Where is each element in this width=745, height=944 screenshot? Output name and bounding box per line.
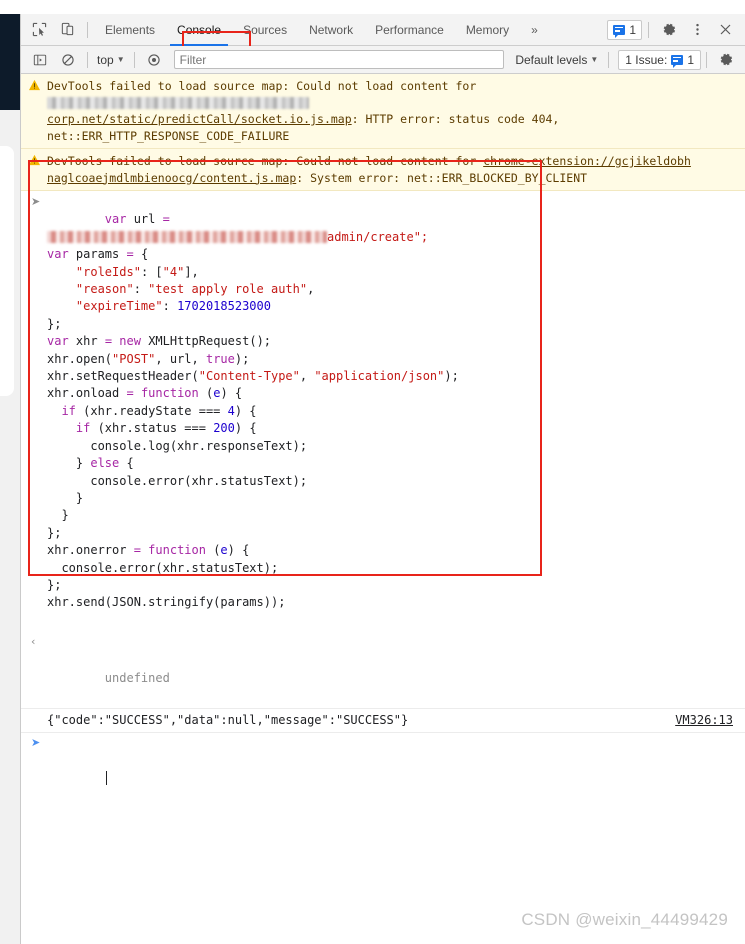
console-sidebar-icon[interactable] <box>26 47 54 73</box>
code-line-7: var xhr = new XMLHttpRequest(); <box>47 334 272 349</box>
code-line-15: console.error(xhr.statusText); <box>47 473 308 488</box>
live-expressions-icon[interactable] <box>140 47 168 73</box>
screenshot-root: Elements Console Sources Network Perform… <box>0 0 745 944</box>
tab-more-icon[interactable]: » <box>520 14 549 46</box>
log-levels-select[interactable]: Default levels ▼ <box>510 50 603 70</box>
console-warning-row[interactable]: DevTools failed to load source map: Coul… <box>21 74 745 149</box>
console-log-row: {"code":"SUCCESS","data":null,"message":… <box>21 709 745 734</box>
code-line-16: } <box>47 490 84 505</box>
chevron-down-icon: ▼ <box>590 54 599 64</box>
toolbar-divider-2 <box>133 51 135 68</box>
code-line-20: console.error(xhr.statusText); <box>47 560 279 575</box>
code-string: admin/create"; <box>327 229 429 244</box>
warning-text-1: DevTools failed to load source map: Coul… <box>47 154 484 168</box>
filter-input[interactable] <box>173 50 505 69</box>
devtools-tabbar: Elements Console Sources Network Perform… <box>21 14 745 46</box>
tab-memory[interactable]: Memory <box>455 14 520 46</box>
tabbar-right-divider <box>648 21 649 38</box>
code-line-21: }; <box>47 577 62 592</box>
close-icon[interactable] <box>711 17 739 43</box>
code-line-11: if (xhr.readyState === 4) { <box>61 403 257 418</box>
code-line-4: "reason": "test apply role auth", <box>75 282 315 297</box>
gear-icon[interactable] <box>655 17 683 43</box>
warning-link-1[interactable]: chrome-extension://gcjikeldobh <box>483 154 691 168</box>
code-line-3: "roleIds": ["4"], <box>75 264 199 279</box>
speech-bubble-icon <box>613 24 626 38</box>
code-line-13: console.log(xhr.responseText); <box>47 438 308 453</box>
tab-sources[interactable]: Sources <box>232 14 298 46</box>
code-line-19: xhr.onerror = function (e) { <box>47 543 250 558</box>
tab-network[interactable]: Network <box>298 14 364 46</box>
console-input-echo[interactable]: ➤ var url = admin/create"; var params = { … <box>21 191 745 633</box>
warning-text-3: net::ERR_HTTP_RESPONSE_CODE_FAILURE <box>47 128 290 143</box>
page-background-dark <box>0 14 20 110</box>
issues-label: 1 Issue: <box>625 52 668 67</box>
tabbar-right-controls: 1 <box>607 17 741 43</box>
code-line-12: if (xhr.status === 200) { <box>75 421 257 436</box>
log-levels-label: Default levels <box>515 52 588 67</box>
message-count-label: 1 <box>629 22 636 37</box>
code-keyword: var <box>104 212 127 227</box>
warning-text-1: DevTools failed to load source map: Coul… <box>47 79 477 93</box>
code-line-14: } else { <box>47 456 134 471</box>
prompt-arrow-icon: ➤ <box>31 736 41 750</box>
code-line-10: xhr.onload = function (e) { <box>47 386 243 401</box>
warning-text-2: : HTTP error: status code 404, <box>351 112 560 126</box>
devtools-panel: Elements Console Sources Network Perform… <box>20 14 745 944</box>
tab-performance[interactable]: Performance <box>364 14 455 46</box>
console-toolbar: top ▼ Default levels ▼ 1 Issue: 1 <box>21 46 745 74</box>
redacted-url-segment <box>47 96 309 109</box>
warning-triangle-icon <box>28 79 41 91</box>
toolbar-divider-3 <box>608 51 610 68</box>
code-line-2: var params = { <box>47 247 149 262</box>
watermark: CSDN @weixin_44499429 <box>521 910 728 929</box>
text-caret <box>105 771 107 785</box>
tab-console[interactable]: Console <box>166 14 232 46</box>
devtools-tabs: Elements Console Sources Network Perform… <box>94 14 549 46</box>
issues-badge[interactable]: 1 Issue: 1 <box>618 49 701 70</box>
toolbar-divider-1 <box>87 51 88 68</box>
page-background-card <box>0 146 14 396</box>
console-log-text: {"code":"SUCCESS","data":null,"message":… <box>47 712 409 727</box>
inspect-element-icon[interactable] <box>25 17 53 43</box>
more-options-icon[interactable] <box>683 17 711 43</box>
execution-context-label: top <box>97 52 114 67</box>
warning-link-1[interactable]: corp.net/static/predictCall/socket.io.js… <box>47 112 352 126</box>
code-line-18: }; <box>47 525 62 540</box>
clear-console-icon[interactable] <box>54 47 82 73</box>
tab-elements[interactable]: Elements <box>94 14 166 46</box>
redacted-url-value <box>47 230 327 243</box>
message-count-badge[interactable]: 1 <box>607 19 642 40</box>
console-prompt-row[interactable]: ➤ <box>21 733 745 785</box>
console-log-source-link[interactable]: VM326:13 <box>675 712 739 729</box>
code-line-22: xhr.send(JSON.stringify(params)); <box>47 595 286 610</box>
console-warning-row[interactable]: DevTools failed to load source map: Coul… <box>21 149 745 191</box>
code-line-8: xhr.open("POST", url, true); <box>47 351 250 366</box>
code-line-5: "expireTime": 1702018523000 <box>75 299 271 314</box>
tabbar-divider <box>87 21 88 38</box>
chevron-down-icon: ▼ <box>116 54 125 64</box>
speech-bubble-icon <box>671 54 684 68</box>
device-toolbar-icon[interactable] <box>53 17 81 43</box>
issues-count: 1 <box>687 52 694 67</box>
console-return-value-row: ‹ undefined <box>21 632 745 709</box>
warning-link-2[interactable]: naglcoaejmdlmbienoocg/content.js.map <box>47 171 296 185</box>
output-arrow-icon: ‹ <box>31 635 36 649</box>
warning-text-2: : System error: net::ERR_BLOCKED_BY_CLIE… <box>296 170 588 185</box>
warning-triangle-icon <box>28 154 41 166</box>
input-arrow-icon: ➤ <box>31 195 41 208</box>
execution-context-select[interactable]: top ▼ <box>93 50 129 70</box>
console-settings-gear-icon[interactable] <box>712 47 740 73</box>
console-output: ➤ var url = admin/create"; var params = { … <box>21 191 745 785</box>
code-line-6: }; <box>47 316 62 331</box>
toolbar-divider-4 <box>706 51 707 68</box>
code-line-9: xhr.setRequestHeader("Content-Type", "ap… <box>47 369 459 384</box>
code-line-17: } <box>47 508 69 523</box>
console-return-value: undefined <box>104 670 170 685</box>
